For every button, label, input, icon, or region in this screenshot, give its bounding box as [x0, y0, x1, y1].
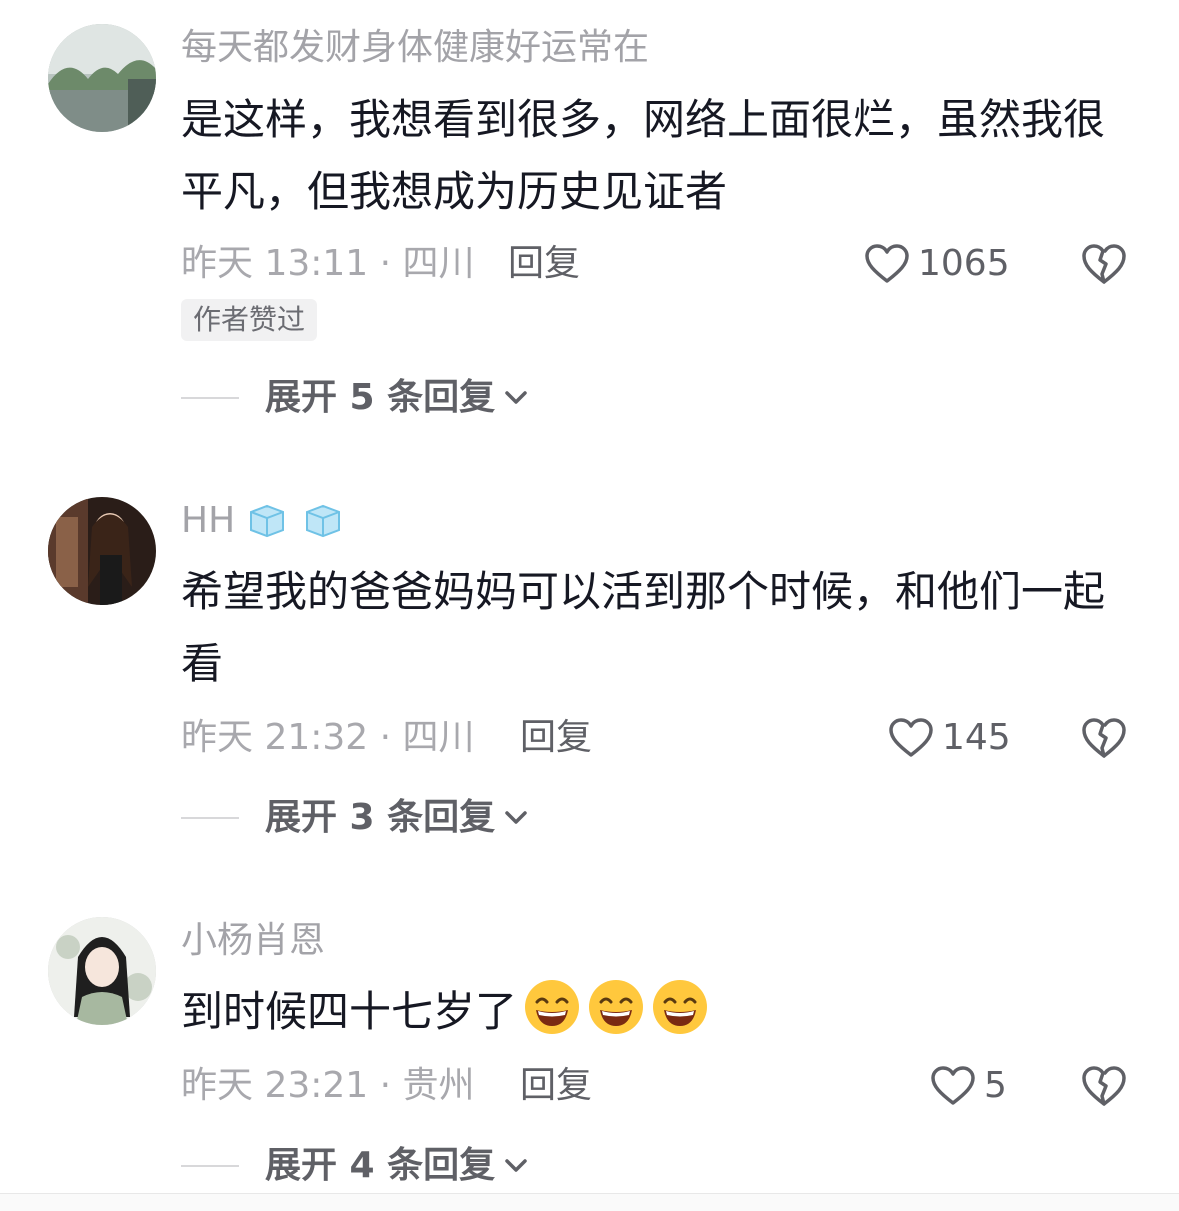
expand-replies-button[interactable]: 展开 5 条回复 [181, 376, 529, 420]
avatar[interactable] [48, 24, 156, 132]
username-text: HH [181, 500, 236, 541]
author-liked-badge: 作者赞过 [181, 299, 318, 341]
divider [181, 397, 239, 399]
expand-replies-button[interactable]: 展开 3 条回复 [181, 796, 529, 840]
grinning-face-emoji [587, 978, 645, 1036]
chevron-down-icon [505, 391, 527, 404]
comment-meta: 昨天 23:21 · 贵州 [181, 1065, 475, 1106]
like-button[interactable]: 1065 [864, 242, 1010, 286]
reply-button[interactable]: 回复 [508, 242, 580, 286]
heart-outline-icon [865, 244, 909, 283]
bottom-bar [0, 1193, 1179, 1211]
dislike-button[interactable] [1080, 716, 1128, 760]
expand-replies-label: 展开 3 条回复 [265, 797, 496, 838]
heart-outline-icon [889, 718, 933, 757]
like-button[interactable]: 5 [930, 1064, 1007, 1108]
expand-replies-label: 展开 5 条回复 [265, 377, 496, 418]
like-count: 145 [942, 717, 1011, 758]
avatar[interactable] [48, 497, 156, 605]
expand-replies-button[interactable]: 展开 4 条回复 [181, 1144, 529, 1188]
comment-text: 到时候四十七岁了 [181, 976, 1111, 1048]
comment-meta: 昨天 21:32 · 四川 [181, 717, 475, 758]
avatar[interactable] [48, 917, 156, 1025]
comment-text: 是这样，我想看到很多，网络上面很烂，虽然我很平凡，但我想成为历史见证者 [181, 95, 1106, 216]
broken-heart-icon [1082, 244, 1126, 284]
comment-text-body: 到时候四十七岁了 [181, 987, 518, 1036]
ice-cube-icon [247, 504, 287, 538]
comment-text: 希望我的爸爸妈妈可以活到那个时候，和他们一起看 [181, 567, 1106, 688]
like-count: 1065 [918, 243, 1010, 284]
grinning-face-emoji [523, 978, 581, 1036]
like-button[interactable]: 145 [888, 716, 1011, 760]
like-count: 5 [984, 1065, 1007, 1106]
divider [181, 1165, 239, 1167]
broken-heart-icon [1082, 1066, 1126, 1106]
broken-heart-icon [1082, 718, 1126, 758]
heart-outline-icon [931, 1066, 975, 1105]
username[interactable]: HH [181, 499, 343, 543]
username[interactable]: 每天都发财身体健康好运常在 [181, 26, 649, 70]
reply-button[interactable]: 回复 [520, 716, 592, 760]
chevron-down-icon [505, 1159, 527, 1172]
divider [181, 817, 239, 819]
dislike-button[interactable] [1080, 242, 1128, 286]
expand-replies-label: 展开 4 条回复 [265, 1145, 496, 1186]
comment-meta: 昨天 13:11 · 四川 [181, 243, 475, 284]
username[interactable]: 小杨肖恩 [181, 919, 325, 963]
reply-button[interactable]: 回复 [520, 1064, 592, 1108]
ice-cube-icon [303, 504, 343, 538]
chevron-down-icon [505, 811, 527, 824]
grinning-face-emoji [651, 978, 709, 1036]
dislike-button[interactable] [1080, 1064, 1128, 1108]
